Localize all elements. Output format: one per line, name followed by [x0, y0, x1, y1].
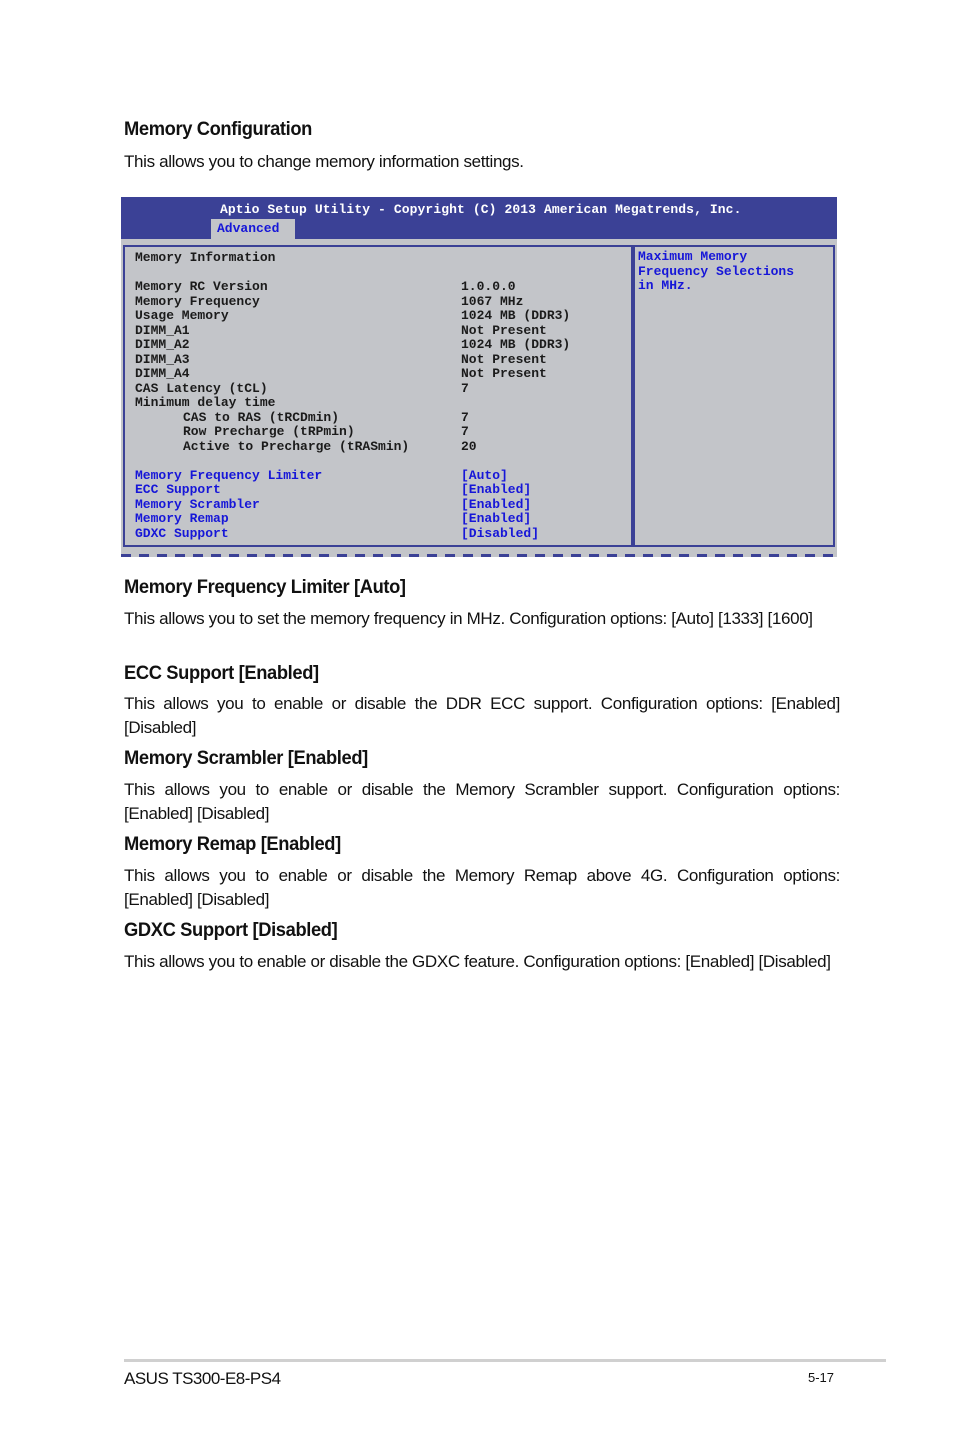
footer-product-name: ASUS TS300-E8-PS4	[124, 1369, 281, 1388]
tab-advanced[interactable]: Advanced	[211, 219, 295, 239]
bios-help-panel: Maximum Memory Frequency Selections in M…	[633, 245, 835, 547]
help-text: Maximum Memory Frequency Selections in M…	[638, 249, 795, 293]
item-description: This allows you to enable or disable the…	[124, 952, 831, 971]
item-description: This allows you to enable or disable the…	[124, 866, 840, 909]
section-title: Memory Configuration	[124, 118, 312, 140]
item-title: Memory Frequency Limiter [Auto]	[124, 576, 406, 598]
bios-dashed-bottom-border	[121, 554, 837, 557]
item-description: This allows you to set the memory freque…	[124, 609, 813, 628]
bios-title: Aptio Setup Utility - Copyright (C) 2013…	[220, 202, 742, 217]
bios-main-panel: Memory Information Memory RC Version 1.0.…	[123, 245, 631, 547]
item-title: GDXC Support [Disabled]	[124, 919, 338, 941]
footer-page-number: 5-17	[808, 1370, 835, 1385]
bios-header: Aptio Setup Utility - Copyright (C) 2013…	[121, 197, 837, 239]
item-description: This allows you to enable or disable the…	[124, 694, 840, 737]
item-title: Memory Remap [Enabled]	[124, 833, 341, 855]
section-description: This allows you to change memory informa…	[124, 152, 524, 171]
bios-screenshot: Aptio Setup Utility - Copyright (C) 2013…	[121, 197, 837, 557]
tab-advanced-label: Advanced	[217, 221, 280, 236]
footer-divider	[124, 1359, 886, 1362]
item-description: This allows you to enable or disable the…	[124, 780, 840, 823]
item-title: ECC Support [Enabled]	[124, 662, 319, 684]
item-title: Memory Scrambler [Enabled]	[124, 747, 368, 769]
